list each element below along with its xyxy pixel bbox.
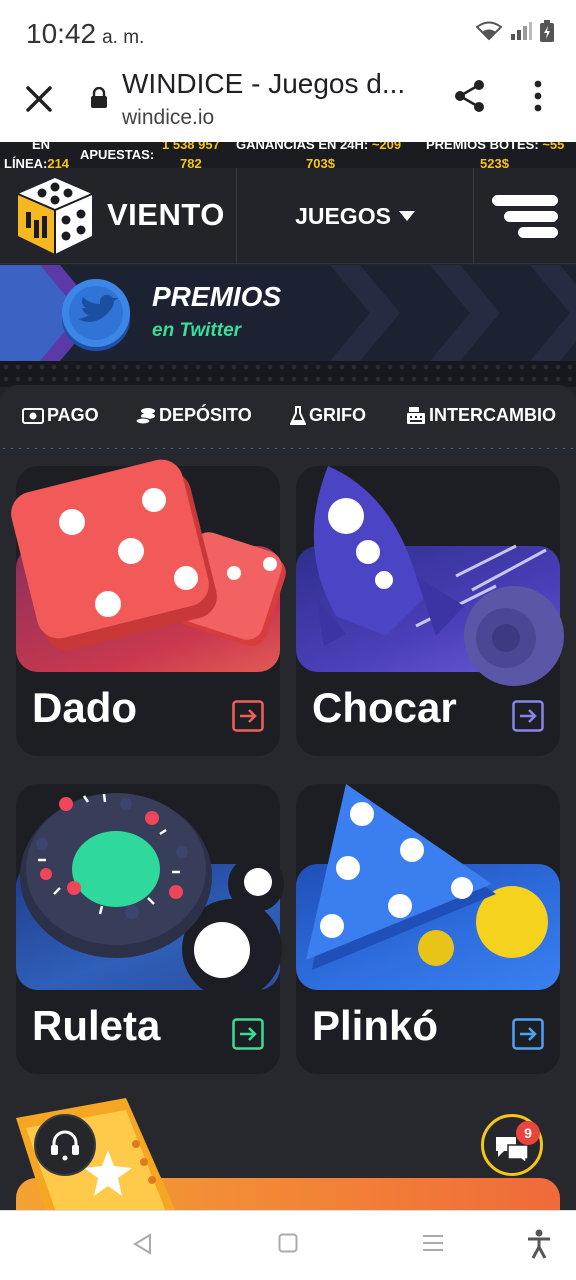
- banner-subtitle: en Twitter: [152, 320, 242, 341]
- signal-icon: [511, 22, 532, 40]
- game-card-plinko[interactable]: Plinkó: [296, 784, 560, 1074]
- share-button[interactable]: [452, 78, 488, 114]
- brand-name[interactable]: VIENTO: [107, 197, 225, 233]
- arrow-right-icon[interactable]: [232, 700, 264, 732]
- games-dropdown-button[interactable]: JUEGOS: [237, 168, 473, 264]
- rocket-game-icon: [313, 466, 564, 686]
- dice-logo-icon[interactable]: [14, 174, 96, 258]
- game-card-roulette[interactable]: Ruleta: [16, 784, 284, 1074]
- cash-icon: [22, 407, 44, 424]
- dotted-divider: [0, 447, 576, 450]
- ticker-online-label-1: EN: [32, 142, 51, 152]
- wallet-deposit-label: DEPÓSITO: [159, 405, 252, 425]
- wallet-faucet-button[interactable]: GRIFO: [290, 405, 366, 426]
- ticker-bets-value-2: 782: [180, 156, 202, 168]
- close-tab-button[interactable]: [22, 82, 56, 116]
- page-title[interactable]: WINDICE - Juegos d...: [122, 68, 405, 100]
- wallet-exchange-label: INTERCAMBIO: [429, 405, 556, 425]
- register-icon: [407, 406, 425, 424]
- ticker-jackpot: PREMIOS BOTES: ~55 523$: [426, 142, 564, 168]
- game-card-dice[interactable]: Dado: [11, 459, 286, 756]
- dice-game-icon: [11, 459, 286, 651]
- ticker-jackpot-value-1: ~55: [542, 142, 565, 152]
- page-url[interactable]: windice.io: [122, 106, 214, 130]
- wallet-pay-label: PAGO: [47, 405, 99, 425]
- status-bar: 10:42 a. m.: [0, 0, 576, 64]
- wallet-pay-button[interactable]: PAGO: [22, 405, 99, 426]
- status-ampm: a. m.: [102, 27, 145, 48]
- banner-title: PREMIOS: [152, 281, 282, 312]
- battery-icon: [540, 20, 554, 42]
- headset-icon: [51, 1130, 79, 1161]
- ticker-jackpot-value-2: 523$: [480, 156, 509, 168]
- back-icon[interactable]: [132, 1233, 152, 1255]
- wallet-faucet-label: GRIFO: [309, 405, 366, 425]
- ticker-online: EN LÍNEA:214: [4, 142, 69, 168]
- ticker-wins-value-2: 703$: [306, 156, 335, 168]
- twitter-promo-banner[interactable]: PREMIOS en Twitter: [0, 265, 576, 361]
- ticker-wins: GANANCIAS EN 24H: ~209 703$: [236, 142, 401, 168]
- ticker-wins-value-1: ~209: [371, 142, 402, 152]
- lock-icon: [91, 87, 107, 108]
- ticker-online-label-2: LÍNEA:: [4, 156, 48, 168]
- arrow-right-icon[interactable]: [232, 1018, 264, 1050]
- flask-icon: [290, 405, 306, 425]
- more-options-button[interactable]: [526, 78, 550, 114]
- ticker-bets-value-1: 1 538 957: [162, 142, 220, 152]
- game-card-title: Ruleta: [32, 1002, 161, 1049]
- accessibility-icon[interactable]: [526, 1229, 552, 1259]
- ticker-bets-label-text: APUESTAS:: [80, 147, 155, 162]
- ticker-jackpot-label: PREMIOS BOTES:: [426, 142, 539, 152]
- browser-toolbar: WINDICE - Juegos d... windice.io: [0, 64, 576, 142]
- stats-ticker: EN LÍNEA:214 APUESTAS: 1 538 957 782 GAN…: [0, 142, 576, 168]
- site-header: VIENTO JUEGOS: [0, 168, 576, 264]
- wifi-icon: [476, 21, 502, 41]
- decorative-pattern: [0, 361, 576, 387]
- ticker-bets-value: 1 538 957 782: [162, 142, 220, 168]
- arrow-right-icon[interactable]: [512, 700, 544, 732]
- wallet-deposit-button[interactable]: DEPÓSITO: [136, 405, 252, 426]
- status-clock: 10:42: [26, 18, 97, 49]
- hamburger-menu-button[interactable]: [474, 168, 576, 264]
- plinko-game-icon: [306, 784, 548, 970]
- game-card-crash[interactable]: Chocar: [296, 466, 564, 756]
- chat-button[interactable]: 9: [481, 1114, 543, 1176]
- status-time: 10:42 a. m.: [26, 18, 144, 50]
- game-card-title: Dado: [32, 684, 137, 731]
- chat-unread-badge: 9: [516, 1121, 540, 1145]
- ticker-bets-label: APUESTAS:: [80, 145, 154, 164]
- home-icon[interactable]: [278, 1233, 298, 1253]
- arrow-right-icon[interactable]: [512, 1018, 544, 1050]
- games-dropdown-label: JUEGOS: [295, 202, 391, 229]
- ticker-wins-label: GANANCIAS EN 24H:: [236, 142, 369, 152]
- game-card-title: Chocar: [312, 684, 457, 731]
- status-icons: [476, 20, 554, 42]
- recent-apps-icon[interactable]: [422, 1233, 444, 1253]
- system-nav-bar: [0, 1210, 576, 1280]
- wallet-exchange-button[interactable]: INTERCAMBIO: [406, 405, 556, 426]
- roulette-game-icon: [20, 793, 284, 999]
- wallet-nav: PAGO DEPÓSITO GRIFO INTERCAMBIO: [0, 385, 576, 447]
- support-button[interactable]: [34, 1114, 96, 1176]
- game-card-title: Plinkó: [312, 1002, 439, 1049]
- twitter-coin-icon: [62, 279, 130, 351]
- coins-icon: [136, 407, 155, 424]
- ticker-online-value: 214: [47, 156, 70, 168]
- chevron-down-icon: [398, 211, 415, 221]
